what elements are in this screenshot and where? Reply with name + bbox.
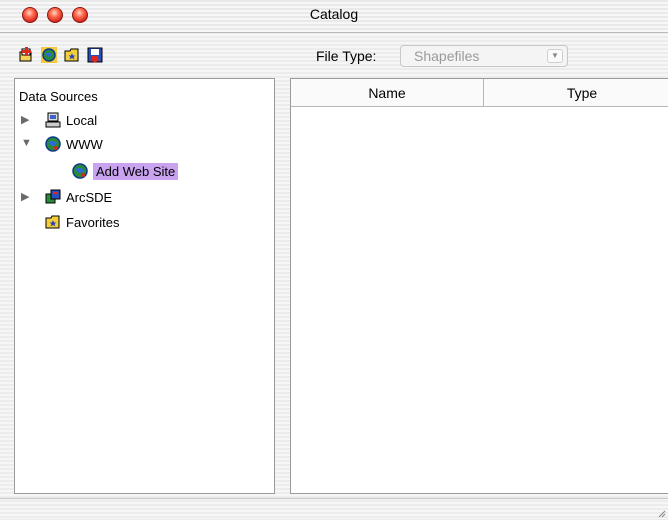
add-data-icon[interactable] — [18, 47, 34, 63]
tree-item-label: WWW — [66, 136, 103, 152]
expand-arrow-icon[interactable]: ▶ — [21, 113, 29, 126]
tree-title: Data Sources — [19, 89, 98, 104]
file-type-label: File Type: — [316, 48, 377, 64]
chevron-down-icon: ▼ — [547, 49, 563, 63]
tree-item-label: Favorites — [66, 214, 120, 230]
expand-arrow-icon[interactable]: ▶ — [21, 190, 29, 203]
favorites-folder-icon — [45, 214, 61, 230]
tree-item-www[interactable]: ▼ WWW — [21, 135, 103, 153]
favorites-folder-icon[interactable] — [64, 47, 80, 63]
title-bar: Catalog — [0, 0, 668, 33]
computer-icon — [45, 112, 61, 128]
add-web-site-icon[interactable] — [41, 47, 57, 63]
collapse-arrow-icon[interactable]: ▼ — [21, 137, 32, 149]
save-icon[interactable] — [87, 47, 103, 63]
resize-grip-icon[interactable] — [656, 508, 666, 518]
column-header-name[interactable]: Name — [291, 79, 484, 106]
globe-icon — [45, 136, 61, 152]
globe-icon — [72, 163, 88, 179]
tree-item-label: ArcSDE — [66, 189, 113, 205]
tree-item-arcsde[interactable]: ▶ ArcSDE — [21, 188, 112, 206]
catalog-contents-list[interactable]: Name Type — [290, 78, 668, 494]
list-header: Name Type — [291, 79, 668, 107]
file-type-value: Shapefiles — [414, 48, 480, 64]
column-header-type[interactable]: Type — [484, 79, 668, 106]
database-server-icon — [45, 189, 61, 205]
tree-item-add-web-site[interactable]: Add Web Site — [72, 162, 179, 180]
toolbar: File Type: Shapefiles ▼ — [0, 33, 668, 71]
tree-item-favorites[interactable]: Favorites — [45, 213, 119, 231]
window-title: Catalog — [309, 6, 359, 22]
tree-item-label: Local — [66, 112, 98, 128]
data-sources-tree[interactable]: Data Sources ▶ Local ▼ WWW Add Web Site … — [14, 78, 275, 494]
tree-item-label: Add Web Site — [93, 162, 179, 180]
tree-item-local[interactable]: ▶ Local — [21, 111, 97, 129]
panel-splitter[interactable] — [280, 78, 290, 494]
file-type-select[interactable]: Shapefiles ▼ — [400, 45, 568, 67]
status-bar — [0, 498, 668, 520]
